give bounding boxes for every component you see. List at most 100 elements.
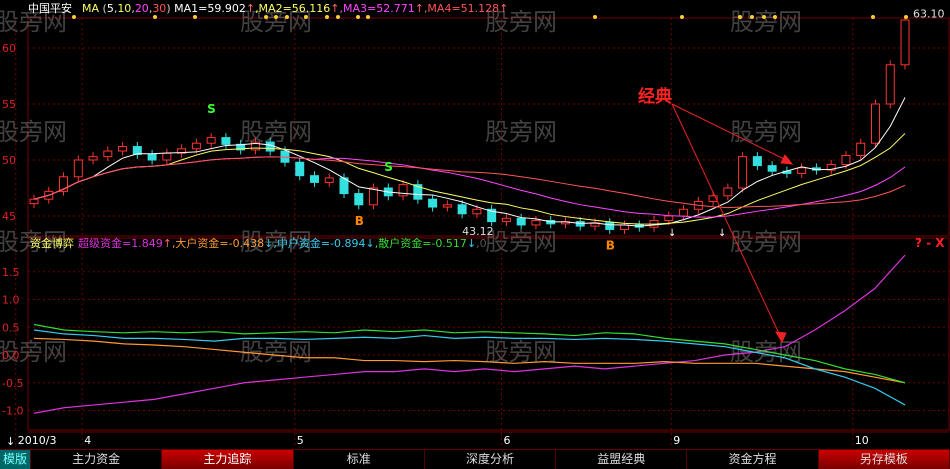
candle-up bbox=[797, 167, 807, 174]
x-tick-label: 4 bbox=[84, 434, 91, 447]
tab-0[interactable]: 模版 bbox=[0, 450, 31, 469]
signal-dot bbox=[304, 15, 308, 19]
stock-name: 中国平安 bbox=[28, 1, 72, 15]
y-tick-label: 1.5 bbox=[2, 266, 20, 279]
series-line-散户资金 bbox=[33, 323, 906, 384]
signal-dot bbox=[750, 15, 754, 19]
candle-down bbox=[457, 204, 467, 215]
tab-4[interactable]: 深度分析 bbox=[425, 450, 557, 469]
watermark: 股旁网 bbox=[0, 118, 67, 146]
watermark: 股旁网 bbox=[485, 118, 557, 146]
y-tick-label: 1.0 bbox=[2, 294, 20, 307]
panel-controls[interactable]: ? - X bbox=[915, 236, 945, 250]
x-tick-label: 9 bbox=[673, 434, 680, 447]
candle-up bbox=[738, 156, 748, 189]
y-tick-label: 60 bbox=[2, 42, 16, 55]
ma5-line bbox=[33, 97, 906, 227]
tab-7[interactable]: 另存模板 bbox=[818, 450, 950, 469]
candle-up bbox=[88, 156, 98, 161]
candle-up bbox=[206, 137, 216, 144]
ma10-line bbox=[33, 133, 906, 225]
signal-dot bbox=[193, 15, 197, 19]
down-arrow-icon: ↓ bbox=[718, 228, 726, 239]
candle-up bbox=[723, 187, 733, 197]
candle-up bbox=[501, 217, 511, 223]
y-tick-label: -1.0 bbox=[2, 405, 23, 418]
signal-dot bbox=[762, 15, 766, 19]
signal-dot bbox=[904, 15, 908, 19]
candle-up bbox=[472, 208, 482, 215]
signal-s: S bbox=[207, 102, 216, 116]
fund-lines bbox=[33, 254, 906, 414]
watermark: 股旁网 bbox=[730, 118, 802, 146]
mid-fund-value: ,中户资金=-0.894 bbox=[273, 236, 365, 250]
candle-down bbox=[752, 156, 762, 167]
series-line-超级资金 bbox=[33, 254, 906, 414]
signal-dot bbox=[680, 15, 684, 19]
signal-dot bbox=[738, 15, 742, 19]
price-label: 63.10 bbox=[913, 7, 945, 20]
watermark: 股旁网 bbox=[240, 338, 312, 366]
signal-dot bbox=[264, 15, 268, 19]
candle-up bbox=[885, 64, 895, 105]
y-tick-label: 55 bbox=[2, 98, 16, 111]
candle-down bbox=[516, 217, 526, 226]
super-fund-value: 超级资金=1.849 bbox=[78, 236, 163, 250]
x-tick-label: 2010/3 bbox=[18, 434, 57, 447]
signal-dot bbox=[285, 15, 289, 19]
header-line: 中国平安 MA (5,10,20,30) MA1=59.902↑,MA2=56.1… bbox=[28, 1, 508, 15]
chart-canvas[interactable]: 股旁网 股旁网 股旁网 股旁网股旁网 股旁网 股旁网 股旁网股旁网 股旁网 股旁网 股旁网股旁网股… bbox=[0, 0, 950, 449]
candle-up bbox=[679, 208, 689, 217]
ma4-value: ,MA4=51.128 bbox=[424, 2, 499, 15]
candle-up bbox=[398, 184, 408, 197]
tab-6[interactable]: 资金方程 bbox=[687, 450, 819, 469]
candle-up bbox=[29, 198, 39, 205]
scroll-down-icon[interactable]: ↓ bbox=[6, 435, 15, 448]
candle-up bbox=[103, 150, 113, 158]
candle-down bbox=[428, 198, 438, 208]
lower-panel-frame bbox=[27, 237, 950, 431]
ma2-value: ,MA2=56.116 bbox=[255, 2, 330, 15]
tab-5[interactable]: 益盟经典 bbox=[556, 450, 688, 469]
retail-fund-value: ,散户资金=-0.517 bbox=[375, 236, 467, 250]
candle-down bbox=[295, 161, 305, 177]
watermark: 股旁网 bbox=[730, 8, 802, 36]
watermark: 股旁网 bbox=[240, 118, 312, 146]
signal-s: S bbox=[384, 160, 393, 174]
axis-labels: 605550451.51.00.50.0-0.5-1.02010/3 4 5 6 9 10… bbox=[2, 7, 945, 447]
tab-1[interactable]: 主力资金 bbox=[31, 450, 163, 469]
large-fund-value: ,大户资金=-0.438 bbox=[172, 236, 264, 250]
candle-up bbox=[369, 187, 379, 206]
signal-dot bbox=[153, 15, 157, 19]
y-tick-label: 50 bbox=[2, 154, 16, 167]
candle-down bbox=[265, 141, 275, 152]
y-tick-label: -0.5 bbox=[2, 377, 23, 390]
signal-dot bbox=[773, 15, 777, 19]
signal-dot bbox=[325, 15, 329, 19]
signal-dot bbox=[366, 15, 370, 19]
candle-down bbox=[147, 153, 157, 161]
candle-up bbox=[324, 177, 334, 183]
candle-down bbox=[767, 165, 777, 172]
candle-down bbox=[132, 146, 142, 155]
candle-up bbox=[900, 19, 910, 66]
tab-3[interactable]: 标准 bbox=[294, 450, 425, 469]
x-tick-label: 10 bbox=[855, 434, 869, 447]
ma30-line bbox=[33, 156, 906, 209]
candle-up bbox=[442, 204, 452, 208]
signal-dot bbox=[274, 15, 278, 19]
signal-dot bbox=[72, 15, 76, 19]
ma3-value: ,MA3=52.771 bbox=[340, 2, 415, 15]
x-tick-label: 5 bbox=[297, 434, 304, 447]
candle-down bbox=[354, 193, 364, 206]
signal-dot bbox=[356, 15, 360, 19]
ma1-value: MA1=59.902 bbox=[174, 2, 246, 15]
candle-down bbox=[605, 222, 615, 230]
tab-2[interactable]: 主力追踪 bbox=[162, 450, 294, 469]
down-arrow-icon: ↓ bbox=[668, 228, 676, 239]
stock-chart-window: 股旁网 股旁网 股旁网 股旁网 股旁网 股旁网 股旁网 股旁网 股旁网 股旁网 股旁网 股旁网 股旁网股… bbox=[0, 0, 950, 469]
candle-up bbox=[841, 155, 851, 165]
ma-label: MA bbox=[82, 2, 99, 15]
signal-dot bbox=[871, 15, 875, 19]
signal-b: B bbox=[606, 239, 615, 253]
